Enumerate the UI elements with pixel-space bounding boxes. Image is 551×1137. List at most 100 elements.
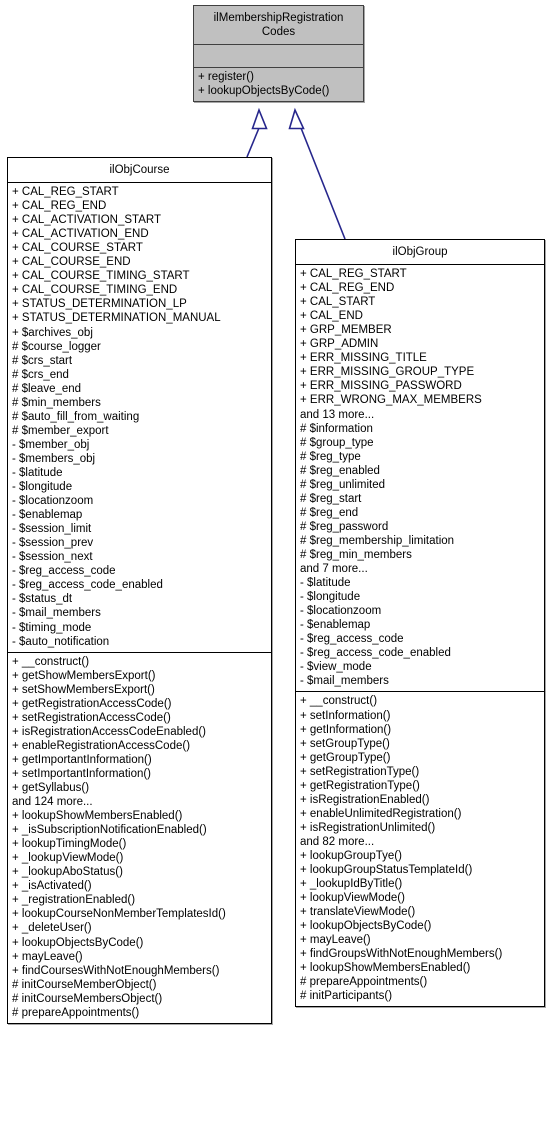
member-item: - $session_next: [12, 551, 93, 564]
member-item: + setRegistrationType(): [300, 765, 420, 778]
member-item: + CAL_END: [300, 310, 363, 323]
member-item: and 124 more...: [12, 796, 93, 809]
class-box-ilobjcourse[interactable]: ilObjCourse + CAL_REG_START + CAL_REG_END…: [7, 157, 272, 1024]
member-item: + findGroupsWithNotEnoughMembers(): [300, 948, 503, 961]
member-item: + isRegistrationEnabled(): [300, 793, 430, 806]
member-item: + _isSubscriptionNotificationEnabled(): [12, 824, 207, 837]
member-item: + lookupGroupStatusTemplateId(): [300, 864, 473, 877]
class-box-ilobjgroup[interactable]: ilObjGroup + CAL_REG_START + CAL_REG_END +…: [295, 239, 545, 1008]
member-item: + ERR_MISSING_TITLE: [300, 352, 427, 365]
member-item: - $session_limit: [12, 523, 92, 536]
methods-compartment-ilobjcourse: + __construct() + getShowMembersExport() +…: [8, 651, 271, 1023]
member-item: + CAL_ACTIVATION_END: [12, 228, 149, 241]
member-item: + getImportantInformation(): [12, 753, 152, 766]
member-item: # $crs_end: [12, 368, 69, 381]
member-item: # initCourseMemberObject(): [12, 978, 157, 991]
member-item: + getSyllabus(): [12, 782, 90, 795]
member-item: # initParticipants(): [300, 990, 393, 1003]
member-item: + lookupViewMode(): [300, 892, 405, 905]
member-item: + mayLeave(): [12, 950, 83, 963]
member-item: - $longitude: [300, 591, 361, 604]
member-item: + CAL_START: [300, 296, 376, 309]
member-item: - $mail_members: [12, 607, 101, 620]
member-item: + setRegistrationAccessCode(): [12, 711, 171, 724]
uml-class-diagram: ilMembershipRegistration Codes + registe…: [0, 0, 551, 1137]
member-item: + getRegistrationType(): [300, 779, 420, 792]
member-item: # $reg_type: [300, 450, 361, 463]
member-item: + translateViewMode(): [300, 906, 416, 919]
member-item: - $view_mode: [300, 661, 372, 674]
member-item: + register(): [198, 71, 254, 84]
class-name-ilobjgroup: ilObjGroup: [392, 246, 448, 258]
member-item: + enableRegistrationAccessCode(): [12, 739, 191, 752]
member-item: + STATUS_DETERMINATION_LP: [12, 298, 187, 311]
member-item: + setInformation(): [300, 709, 391, 722]
member-item: - $longitude: [12, 481, 73, 494]
member-item: + CAL_COURSE_TIMING_END: [12, 284, 178, 297]
member-item: + ERR_MISSING_GROUP_TYPE: [300, 366, 475, 379]
class-name-ilobjcourse: ilObjCourse: [109, 164, 170, 176]
generalization-group-to-membership: [288, 107, 346, 240]
class-box-ilmembershipregistrationcodes[interactable]: ilMembershipRegistration Codes + registe…: [193, 5, 364, 103]
member-item: # $crs_start: [12, 354, 73, 367]
member-item: - $member_obj: [12, 438, 90, 451]
member-item: # $information: [300, 422, 373, 435]
attributes-compartment-ilobjgroup: + CAL_REG_START + CAL_REG_END + CAL_START +…: [296, 264, 544, 691]
member-item: # $reg_membership_limitation: [300, 534, 455, 547]
member-item: - $timing_mode: [12, 621, 92, 634]
member-item: + _lookupIdByTitle(): [300, 878, 403, 891]
member-item: + lookupGroupTye(): [300, 849, 402, 862]
member-item: + isRegistrationAccessCodeEnabled(): [12, 725, 207, 738]
member-item: - $session_prev: [12, 537, 94, 550]
member-item: - $reg_access_code: [300, 633, 404, 646]
member-item: # $reg_start: [300, 492, 362, 505]
member-item: # $reg_password: [300, 520, 389, 533]
member-item: # $course_logger: [12, 340, 101, 353]
member-item: - $enablemap: [12, 509, 83, 522]
member-item: + $archives_obj: [12, 326, 93, 339]
member-item: - $status_dt: [12, 593, 73, 606]
member-item: + enableUnlimitedRegistration(): [300, 807, 462, 820]
member-item: # $member_export: [12, 424, 109, 437]
member-item: # $reg_enabled: [300, 464, 380, 477]
member-item: - $latitude: [300, 577, 351, 590]
member-item: + lookupShowMembersEnabled(): [300, 962, 471, 975]
member-item: - $members_obj: [12, 452, 96, 465]
attributes-compartment-ilmembershipregistrationcodes: [194, 44, 363, 67]
member-item: + getRegistrationAccessCode(): [12, 697, 172, 710]
member-item: + lookupShowMembersEnabled(): [12, 810, 183, 823]
member-item: + setShowMembersExport(): [12, 683, 155, 696]
member-item: - $auto_notification: [12, 635, 110, 648]
member-item: + _isActivated(): [12, 880, 92, 893]
member-item: # prepareAppointments(): [300, 976, 428, 989]
member-item: + getInformation(): [300, 723, 392, 736]
member-item: + lookupObjectsByCode(): [198, 85, 330, 98]
member-item: # $auto_fill_from_waiting: [12, 410, 140, 423]
member-item: + CAL_REG_START: [12, 186, 119, 199]
generalization-course-to-membership: [246, 107, 268, 158]
member-item: + isRegistrationUnlimited(): [300, 821, 436, 834]
member-item: - $reg_access_code_enabled: [300, 647, 451, 660]
member-item: + CAL_ACTIVATION_START: [12, 214, 162, 227]
member-item: + CAL_COURSE_END: [12, 256, 131, 269]
methods-compartment-ilobjgroup: + __construct() + setInformation() + getIn…: [296, 691, 544, 1006]
member-item: + lookupCourseNonMemberTemplatesId(): [12, 908, 226, 921]
member-item: and 82 more...: [300, 835, 375, 848]
member-item: + lookupObjectsByCode(): [12, 936, 144, 949]
member-item: + _lookupViewMode(): [12, 852, 124, 865]
member-item: + ERR_MISSING_PASSWORD: [300, 380, 462, 393]
member-item: - $locationzoom: [300, 605, 382, 618]
member-item: + STATUS_DETERMINATION_MANUAL: [12, 312, 221, 325]
member-item: - $mail_members: [300, 675, 389, 688]
member-item: + _registrationEnabled(): [12, 894, 136, 907]
class-name-ilmembershipregistrationcodes: ilMembershipRegistration Codes: [213, 12, 344, 39]
member-item: and 13 more...: [300, 408, 375, 421]
member-item: + _deleteUser(): [12, 922, 92, 935]
member-item: - $reg_access_code_enabled: [12, 579, 163, 592]
member-item: and 7 more...: [300, 563, 368, 576]
member-item: + GRP_MEMBER: [300, 324, 392, 337]
member-item: + findCoursesWithNotEnoughMembers(): [12, 964, 220, 977]
member-item: # $leave_end: [12, 382, 82, 395]
member-item: # $group_type: [300, 436, 374, 449]
methods-compartment-ilmembershipregistrationcodes: + register() + lookupObjectsByCode(): [194, 67, 363, 101]
